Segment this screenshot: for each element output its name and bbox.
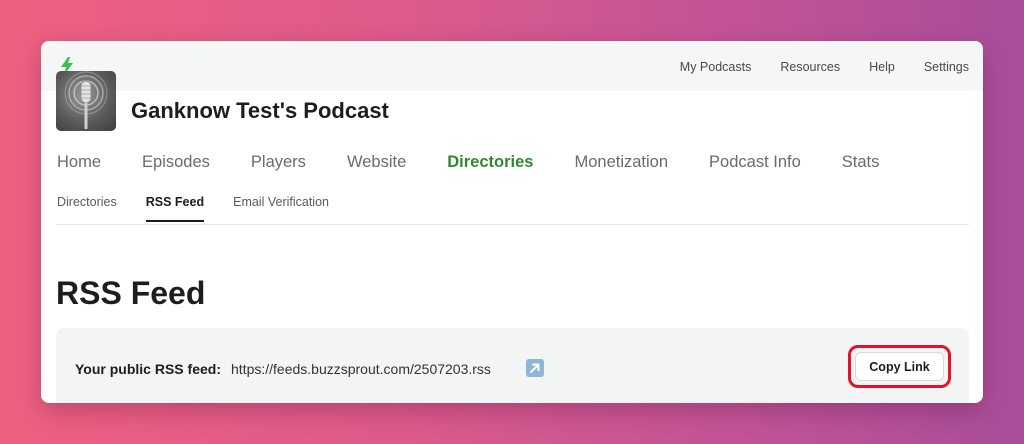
- top-nav: My Podcasts Resources Help Settings: [651, 60, 969, 74]
- microphone-icon: [64, 71, 108, 129]
- top-nav-my-podcasts[interactable]: My Podcasts: [680, 60, 752, 74]
- subnav-email-verification[interactable]: Email Verification: [233, 195, 329, 222]
- copy-link-highlight: Copy Link: [848, 345, 951, 388]
- nav-directories[interactable]: Directories: [447, 153, 533, 172]
- sub-nav: Directories RSS Feed Email Verification: [57, 195, 358, 222]
- top-nav-help[interactable]: Help: [869, 60, 895, 74]
- app-window: My Podcasts Resources Help Settings Gank…: [41, 41, 983, 403]
- subnav-directories[interactable]: Directories: [57, 195, 117, 222]
- subnav-rss-feed[interactable]: RSS Feed: [145, 195, 205, 222]
- main-nav: Home Episodes Players Website Directorie…: [57, 153, 920, 172]
- page-title: RSS Feed: [56, 275, 206, 311]
- top-bar: My Podcasts Resources Help Settings: [41, 41, 983, 91]
- copy-link-button[interactable]: Copy Link: [855, 352, 944, 381]
- nav-podcast-info[interactable]: Podcast Info: [709, 153, 801, 172]
- external-link-icon[interactable]: [526, 359, 544, 377]
- nav-players[interactable]: Players: [251, 153, 306, 172]
- podcast-title: Ganknow Test's Podcast: [131, 98, 389, 123]
- nav-website[interactable]: Website: [347, 153, 406, 172]
- sub-nav-divider: [56, 224, 969, 225]
- rss-feed-panel: Your public RSS feed: https://feeds.buzz…: [56, 328, 969, 403]
- rss-feed-url[interactable]: https://feeds.buzzsprout.com/2507203.rss: [231, 361, 491, 377]
- nav-episodes[interactable]: Episodes: [142, 153, 210, 172]
- nav-home[interactable]: Home: [57, 153, 101, 172]
- nav-stats[interactable]: Stats: [842, 153, 880, 172]
- top-nav-resources[interactable]: Resources: [780, 60, 840, 74]
- top-nav-settings[interactable]: Settings: [924, 60, 969, 74]
- rss-feed-label: Your public RSS feed:: [75, 361, 221, 377]
- nav-monetization[interactable]: Monetization: [574, 153, 668, 172]
- podcast-cover-art[interactable]: [56, 71, 116, 131]
